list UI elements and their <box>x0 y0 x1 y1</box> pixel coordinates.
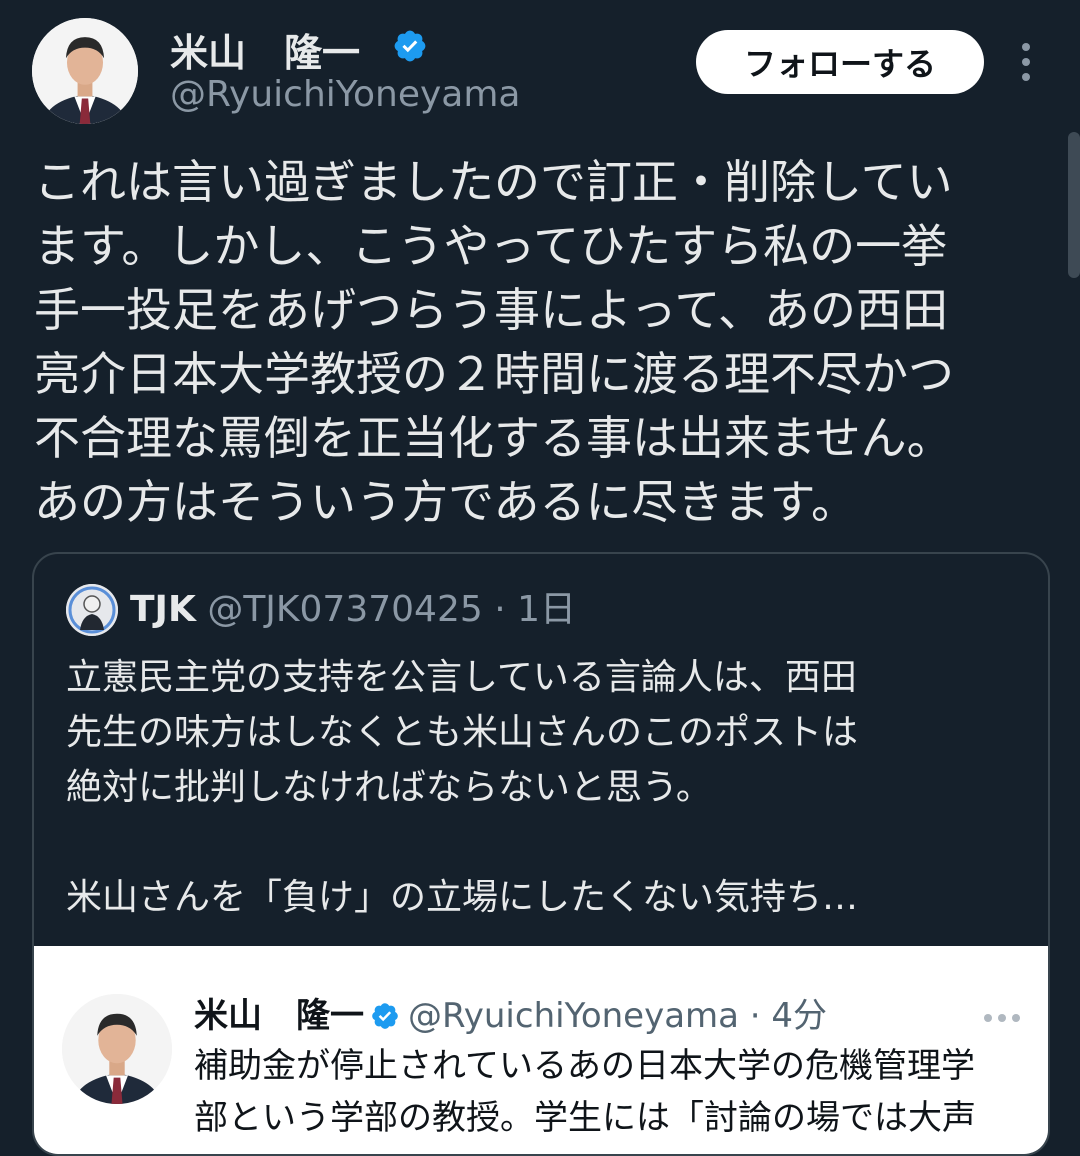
tweet-text: これは言い過ぎましたので訂正・削除してい ます。しかし、こうやってひたすら私の一… <box>34 150 1044 534</box>
quote-line <box>66 815 1026 870</box>
quote-text: 立憲民主党の支持を公言している言論人は、西田 先生の味方はしなくとも米山さんのこ… <box>66 650 1026 925</box>
verified-badge-icon <box>372 1003 398 1029</box>
quote-tweet-card[interactable]: TJK @TJK07370425 · 1日 立憲民主党の支持を公言している言論人… <box>32 552 1050 1156</box>
author-avatar[interactable] <box>32 18 138 124</box>
more-vertical-icon[interactable] <box>1016 42 1036 82</box>
more-horizontal-icon <box>984 1014 1020 1022</box>
tweet-line: 不合理な罵倒を正当化する事は出来ません。 <box>34 411 953 465</box>
quote-handle-time: @TJK07370425 · 1日 <box>207 589 576 630</box>
scrollbar[interactable] <box>1068 132 1080 278</box>
quote-author-avatar <box>66 584 118 636</box>
embedded-line: 部という学部の教授。学生には「討論の場では大声 <box>194 1098 976 1138</box>
tweet-line: ます。しかし、こうやってひたすら私の一挙 <box>34 219 948 273</box>
embedded-author-name: 米山 隆一 <box>194 996 364 1036</box>
tweet-line: 亮介日本大学教授の２時間に渡る理不尽かつ <box>34 347 954 401</box>
quote-line: 絶対に批判しなければならないと思う。 <box>66 767 712 808</box>
quote-header: TJK @TJK07370425 · 1日 <box>130 584 576 636</box>
embedded-screenshot[interactable]: 米山 隆一 @RyuichiYoneyama · 4分 補助金が停止されているあ… <box>34 946 1048 1154</box>
embedded-text: 補助金が停止されているあの日本大学の危機管理学 部という学部の教授。学生には「討… <box>194 1040 1034 1144</box>
follow-button[interactable]: フォローする <box>696 30 984 94</box>
embedded-author-avatar <box>62 994 172 1104</box>
embedded-line: 補助金が停止されているあの日本大学の危機管理学 <box>194 1046 975 1086</box>
tweet-line: 手一投足をあげつらう事によって、あの西田 <box>34 283 949 337</box>
author-name[interactable]: 米山 隆一 <box>170 22 360 77</box>
tweet-line: これは言い過ぎましたので訂正・削除してい <box>34 155 953 209</box>
author-handle[interactable]: @RyuichiYoneyama <box>170 74 520 115</box>
embedded-header: 米山 隆一 @RyuichiYoneyama · 4分 <box>194 992 827 1040</box>
verified-badge-icon <box>394 30 426 62</box>
quote-author-name[interactable]: TJK <box>130 589 196 630</box>
quote-line: 先生の味方はしなくとも米山さんのこのポストは <box>66 712 859 753</box>
embedded-handle-time: @RyuichiYoneyama · 4分 <box>408 996 828 1036</box>
tweet-line: あの方はそういう方であるに尽きます。 <box>34 475 857 529</box>
quote-line: 米山さんを「負け」の立場にしたくない気持ち… <box>66 877 859 918</box>
quote-line: 立憲民主党の支持を公言している言論人は、西田 <box>66 657 857 698</box>
